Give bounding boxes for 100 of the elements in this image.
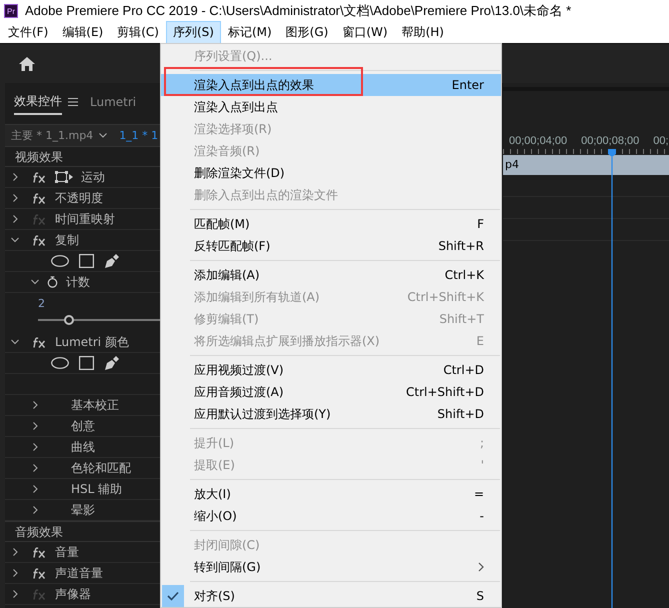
fx-icon[interactable] bbox=[33, 192, 47, 204]
chevron-down-icon[interactable] bbox=[99, 133, 108, 138]
menu-bar-item[interactable]: 帮助(H) bbox=[394, 21, 451, 44]
menu-item-label: 应用音频过渡(A) bbox=[194, 384, 285, 400]
app-logo: Pr bbox=[4, 4, 18, 18]
menu-item[interactable]: 转到间隔(G) bbox=[161, 556, 501, 578]
menu-item-label: 删除入点到出点的渲染文件 bbox=[194, 186, 339, 204]
group-name: 曲线 bbox=[71, 438, 95, 456]
panel-tab[interactable]: Lumetri bbox=[90, 92, 136, 112]
menu-item[interactable]: 应用音频过渡(A) Ctrl+Shift+D bbox=[161, 381, 501, 403]
menu-item[interactable]: 应用视频过渡(V) Ctrl+D bbox=[161, 359, 501, 381]
chevron-right-icon[interactable] bbox=[11, 569, 19, 577]
chevron-right-icon[interactable] bbox=[11, 173, 19, 181]
menu-bar-item[interactable]: 图形(G) bbox=[278, 21, 336, 44]
rectangle-mask-icon[interactable] bbox=[79, 356, 94, 370]
menu-item[interactable]: 添加编辑(A) Ctrl+K bbox=[161, 264, 501, 286]
menu-bar-item[interactable]: 序列(S) bbox=[166, 21, 221, 44]
home-icon[interactable] bbox=[19, 56, 35, 70]
window-title: Adobe Premiere Pro CC 2019 - C:\Users\Administrator\文档\Adobe\Premiere Pro\13.0\未命名 * bbox=[25, 2, 572, 20]
fx-icon[interactable] bbox=[33, 336, 47, 348]
chevron-right-icon[interactable] bbox=[31, 401, 39, 409]
fx-icon[interactable] bbox=[33, 172, 47, 182]
menu-item[interactable]: 对齐(S) S bbox=[161, 585, 501, 607]
pen-icon[interactable] bbox=[104, 355, 120, 371]
chevron-right-icon[interactable] bbox=[11, 590, 19, 598]
menu-item-label: 转到间隔(G) bbox=[194, 558, 262, 576]
effect-name: 音量 bbox=[55, 544, 79, 560]
playhead[interactable] bbox=[606, 149, 618, 608]
clip-source-label: 主要 * 1_1.mp4 bbox=[11, 128, 94, 143]
effect-name: 复制 bbox=[55, 232, 79, 248]
menu-icon[interactable] bbox=[68, 98, 78, 106]
group-name: 创意 bbox=[71, 418, 95, 434]
stopwatch-icon[interactable] bbox=[47, 276, 58, 288]
effect-name: 声道音量 bbox=[55, 564, 103, 582]
chevron-down-icon[interactable] bbox=[11, 338, 19, 346]
slider-thumb[interactable] bbox=[64, 315, 74, 325]
group-name: 基本校正 bbox=[71, 396, 119, 414]
chevron-right-icon[interactable] bbox=[11, 548, 19, 556]
menu-item[interactable]: 匹配帧(M) F bbox=[161, 213, 501, 235]
menu-bar-item[interactable]: 编辑(E) bbox=[55, 21, 110, 44]
shortcut-label: S bbox=[476, 589, 484, 603]
shortcut-label: Ctrl+K bbox=[444, 268, 484, 282]
shortcut-label: ' bbox=[480, 458, 484, 472]
menu-item[interactable]: 应用默认过渡到选择项(Y) Shift+D bbox=[161, 403, 501, 425]
section-header: 音频效果 bbox=[5, 521, 160, 542]
menu-item-label: 对齐(S) bbox=[194, 588, 236, 604]
menu-item-label: 将所选编辑点扩展到播放指示器(X) bbox=[194, 332, 381, 350]
menu-item-label: 添加编辑(A) bbox=[194, 266, 261, 284]
chevron-right-icon[interactable] bbox=[31, 422, 39, 430]
shortcut-label: Shift+D bbox=[437, 407, 484, 421]
parameter-name: 计数 bbox=[66, 274, 90, 290]
parameter-value[interactable]: 2 bbox=[38, 293, 160, 310]
chevron-right-icon[interactable] bbox=[11, 194, 19, 202]
menu-item[interactable]: 渲染入点到出点的效果 Enter bbox=[161, 74, 501, 96]
chevron-right-icon[interactable] bbox=[31, 485, 39, 493]
pen-icon[interactable] bbox=[104, 253, 120, 269]
menu-bar-item[interactable]: 文件(F) bbox=[1, 21, 56, 44]
menu-bar-item[interactable]: 标记(M) bbox=[220, 21, 279, 44]
menu-item[interactable]: 删除渲染文件(D) bbox=[161, 162, 501, 184]
shortcut-label: Enter bbox=[452, 78, 484, 92]
menu-item-label: 渲染选择项(R) bbox=[194, 120, 273, 138]
shortcut-label: Shift+T bbox=[439, 312, 484, 326]
menu-item[interactable]: 缩小(O) - bbox=[161, 505, 501, 527]
menu-item-label: 缩小(O) bbox=[194, 508, 238, 524]
menu-item-label: 渲染音频(R) bbox=[194, 142, 261, 160]
menu-item-label: 序列设置(Q)... bbox=[194, 48, 274, 64]
sequence-clip-link[interactable]: 1_1 * 1 bbox=[119, 129, 158, 142]
chevron-down-icon[interactable] bbox=[31, 278, 39, 286]
video-clip[interactable]: p4 bbox=[503, 155, 669, 175]
ellipse-mask-icon[interactable] bbox=[51, 357, 69, 369]
timecode-label: 00; bbox=[653, 135, 669, 147]
menu-bar-item[interactable]: 剪辑(C) bbox=[110, 21, 166, 44]
shortcut-label: F bbox=[477, 217, 484, 231]
chevron-right-icon[interactable] bbox=[11, 215, 19, 223]
chevron-right-icon[interactable] bbox=[31, 506, 39, 514]
fx-icon[interactable] bbox=[33, 234, 47, 246]
menu-item[interactable]: 反转匹配帧(F) Shift+R bbox=[161, 235, 501, 257]
shortcut-label: = bbox=[474, 487, 484, 501]
effect-name: Lumetri 颜色 bbox=[55, 334, 129, 350]
menu-item[interactable]: 放大(I) = bbox=[161, 483, 501, 505]
ellipse-mask-icon[interactable] bbox=[51, 255, 69, 267]
chevron-right-icon[interactable] bbox=[31, 464, 39, 472]
chevron-down-icon[interactable] bbox=[11, 236, 19, 244]
shortcut-label: ; bbox=[480, 436, 484, 450]
chevron-right-icon[interactable] bbox=[31, 443, 39, 451]
menu-item[interactable]: 渲染入点到出点 bbox=[161, 96, 501, 118]
fx-icon[interactable] bbox=[33, 546, 47, 558]
panel-tab[interactable]: 效果控件 bbox=[14, 90, 62, 114]
menu-item-label: 应用视频过渡(V) bbox=[194, 362, 285, 378]
effect-name: 不透明度 bbox=[55, 190, 103, 206]
shortcut-label: E bbox=[476, 334, 484, 348]
fx-icon[interactable] bbox=[33, 568, 47, 578]
transform-icon[interactable] bbox=[55, 171, 73, 183]
rectangle-mask-icon[interactable] bbox=[79, 254, 94, 268]
menu-item-label: 封闭间隙(C) bbox=[194, 536, 261, 554]
group-name: 晕影 bbox=[71, 502, 95, 518]
menu-bar-item[interactable]: 窗口(W) bbox=[335, 21, 395, 44]
effect-name: 声像器 bbox=[55, 586, 91, 602]
menu-item-label: 添加编辑到所有轨道(A) bbox=[194, 288, 321, 306]
menu-item-label: 提取(E) bbox=[194, 456, 236, 474]
